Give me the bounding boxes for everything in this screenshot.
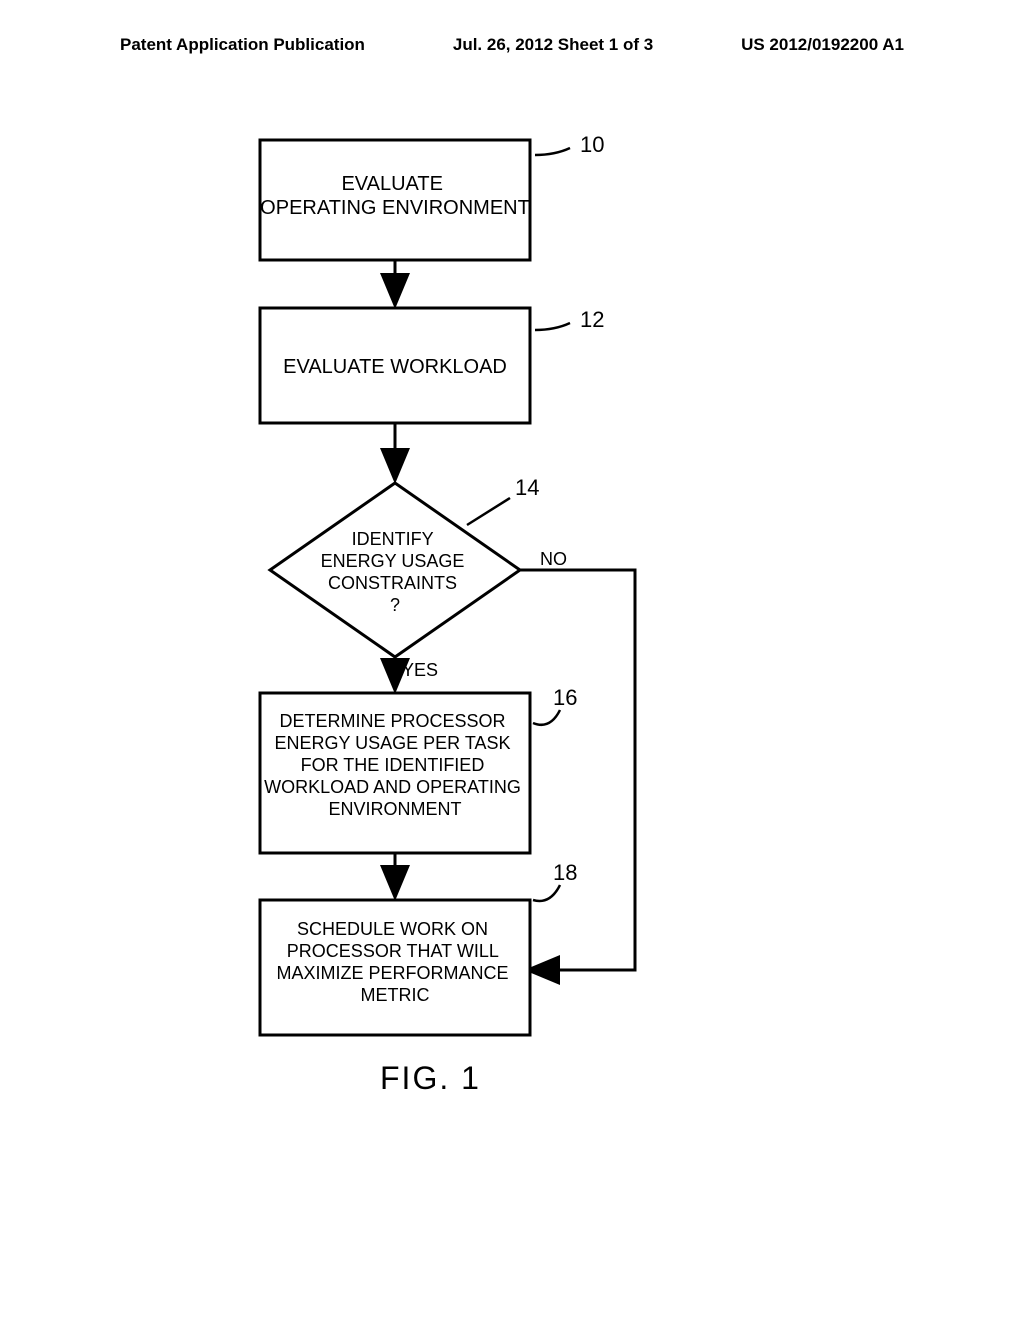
label-18: 18 [553, 860, 577, 885]
label-16: 16 [553, 685, 577, 710]
header: Patent Application Publication Jul. 26, … [0, 0, 1024, 75]
label-10: 10 [580, 132, 604, 157]
callout-18 [533, 885, 560, 901]
label-12: 12 [580, 307, 604, 332]
callout-16 [533, 710, 560, 725]
figure-label: FIG. 1 [380, 1060, 481, 1097]
yes-label: YES [402, 660, 438, 680]
flowchart-diagram: EVALUATE OPERATING ENVIRONMENT 10 EVALUA… [240, 130, 780, 1050]
callout-14 [467, 498, 510, 525]
header-left: Patent Application Publication [120, 35, 365, 55]
callout-10 [535, 148, 570, 155]
box-12-text: EVALUATE WORKLOAD [283, 356, 507, 378]
header-right: US 2012/0192200 A1 [741, 35, 904, 55]
label-14: 14 [515, 475, 539, 500]
flowchart-svg: EVALUATE OPERATING ENVIRONMENT 10 EVALUA… [240, 130, 780, 1050]
arrow-14-18-no [520, 570, 635, 970]
callout-12 [535, 323, 570, 330]
header-center: Jul. 26, 2012 Sheet 1 of 3 [453, 35, 653, 55]
no-label: NO [540, 549, 567, 569]
